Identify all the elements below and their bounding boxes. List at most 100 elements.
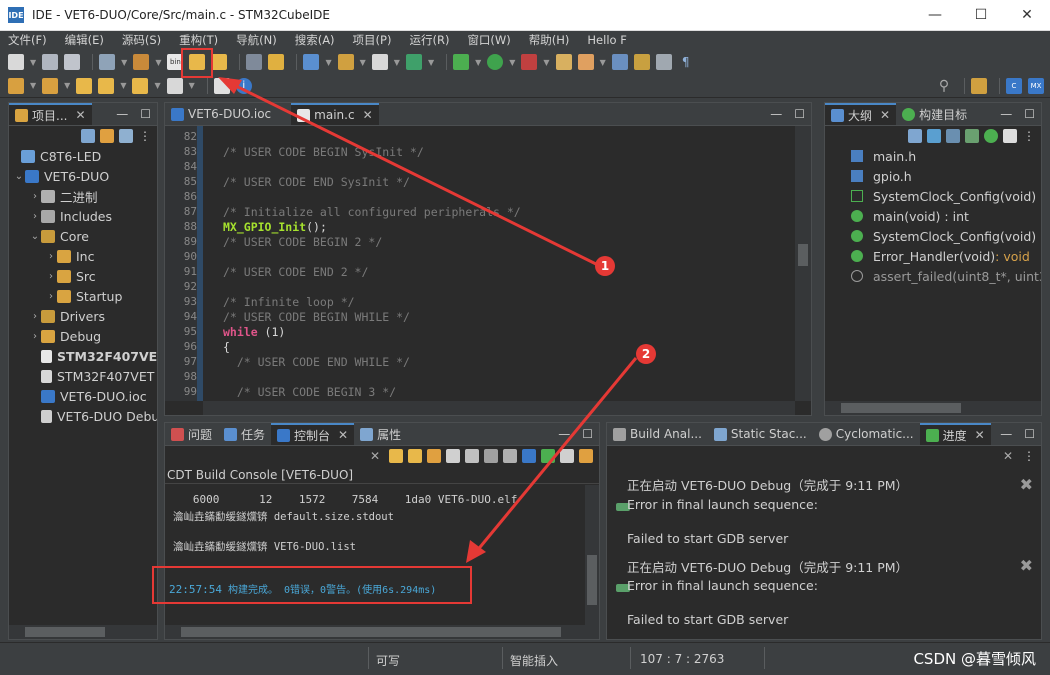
remove-entry-icon[interactable]: ✖ — [1020, 556, 1033, 575]
menu-source[interactable]: 源码(S) — [122, 32, 161, 48]
outline-item-gpio-h[interactable]: gpio.h — [825, 166, 1041, 186]
minimize-icon[interactable]: — — [558, 427, 570, 441]
chevron-right-icon[interactable]: › — [45, 271, 57, 282]
outline-item-systemclock[interactable]: SystemClock_Config(void) : v — [825, 226, 1041, 246]
page-icon[interactable] — [655, 54, 672, 70]
horizontal-scrollbar[interactable] — [165, 625, 599, 639]
menu-edit[interactable]: 编辑(E) — [65, 32, 104, 48]
refresh-icon[interactable] — [405, 54, 422, 70]
sort-icon[interactable] — [927, 129, 941, 143]
tab-progress[interactable]: 进度 ✕ — [919, 423, 991, 445]
forward-icon[interactable] — [166, 77, 183, 94]
tab-outline[interactable]: 大纲 ✕ — [825, 103, 897, 125]
minimize-icon[interactable]: — — [770, 107, 782, 121]
select-all-icon[interactable] — [465, 449, 479, 463]
chevron-down-icon[interactable]: ▼ — [325, 58, 331, 67]
tree-item-c8t6-led[interactable]: C8T6-LED — [9, 146, 157, 166]
tree-item-ioc[interactable]: VET6-DUO.ioc — [9, 386, 157, 406]
open-console-icon[interactable] — [560, 449, 574, 463]
debug-icon[interactable] — [268, 54, 285, 70]
pin-editor-icon[interactable] — [213, 77, 230, 94]
tab-build-targets[interactable]: 构建目标 — [896, 103, 973, 125]
show-console-icon[interactable] — [522, 449, 536, 463]
maximize-icon[interactable]: ☐ — [140, 107, 151, 121]
maximize-icon[interactable]: ☐ — [582, 427, 593, 441]
view-menu-icon[interactable]: ⋮ — [1023, 449, 1035, 463]
next-error-icon[interactable] — [503, 449, 517, 463]
chevron-down-icon[interactable]: ▼ — [543, 58, 549, 67]
code-line[interactable]: /* USER CODE BEGIN SysInit */ — [223, 145, 424, 159]
menu-search[interactable]: 搜索(A) — [295, 32, 335, 48]
minimize-icon[interactable]: — — [1000, 107, 1012, 121]
outline-item-systemclock-decl[interactable]: SystemClock_Config(void) : v — [825, 186, 1041, 206]
code-line[interactable]: while (1) — [223, 325, 285, 339]
new-class-icon[interactable] — [303, 54, 320, 70]
maximize-button[interactable]: ☐ — [958, 0, 1004, 31]
display-console-icon[interactable] — [541, 449, 555, 463]
menu-project[interactable]: 项目(P) — [353, 32, 392, 48]
scroll-lock-icon[interactable] — [389, 449, 403, 463]
close-icon[interactable]: ✕ — [338, 428, 348, 442]
chevron-down-icon[interactable]: ▼ — [509, 58, 515, 67]
code-line[interactable]: { — [223, 340, 230, 354]
tree-item-inc[interactable]: › Inc — [9, 246, 157, 266]
tree-item-debug[interactable]: › Debug — [9, 326, 157, 346]
menu-window[interactable]: 窗口(W) — [467, 32, 510, 48]
outline-item-main[interactable]: main(void) : int — [825, 206, 1041, 226]
tree-item-src[interactable]: › Src — [9, 266, 157, 286]
collapse-all-icon[interactable] — [908, 129, 922, 143]
hide-nonpublic-icon[interactable] — [984, 129, 998, 143]
minimize-icon[interactable]: — — [1000, 427, 1012, 441]
tab-problems[interactable]: 问题 — [165, 423, 218, 445]
word-wrap-icon[interactable] — [427, 449, 441, 463]
copy-icon[interactable] — [446, 449, 460, 463]
scrollbar-thumb[interactable] — [798, 244, 808, 266]
scrollbar-thumb[interactable] — [841, 403, 961, 413]
menu-help[interactable]: 帮助(H) — [529, 32, 570, 48]
menu-refactor[interactable]: 重构(T) — [179, 32, 218, 48]
close-icon[interactable]: ✕ — [363, 108, 373, 122]
previous-error-icon[interactable] — [484, 449, 498, 463]
code-line[interactable]: /* Infinite loop */ — [223, 295, 355, 309]
code-line[interactable]: /* USER CODE END 2 */ — [223, 265, 368, 279]
forward-arrow-icon[interactable] — [211, 54, 228, 70]
hide-fields-icon[interactable] — [946, 129, 960, 143]
prev-annotation-icon[interactable] — [42, 77, 59, 94]
horizontal-scrollbar[interactable] — [825, 401, 1041, 415]
chevron-down-icon[interactable]: ⌄ — [29, 231, 41, 242]
scrollbar-thumb[interactable] — [587, 555, 597, 605]
tab-project-explorer[interactable]: 项目... ✕ — [9, 103, 92, 125]
view-menu-icon[interactable]: ⋮ — [139, 129, 151, 143]
chevron-down-icon[interactable]: ▼ — [30, 58, 36, 67]
code-area[interactable]: 82 83 84 85 86 87 88 89 90 91 92 93 94 95 96 97 98 99 /* … — [165, 126, 811, 401]
tree-item-debug-config[interactable]: VET6-DUO Debu — [9, 406, 157, 426]
chevron-down-icon[interactable]: ▼ — [120, 81, 126, 90]
tab-properties[interactable]: 属性 — [354, 423, 407, 445]
open-perspective-icon[interactable] — [971, 77, 987, 94]
chevron-down-icon[interactable]: ▼ — [30, 81, 36, 90]
code-line[interactable]: /* USER CODE BEGIN 2 */ — [223, 235, 382, 249]
close-icon[interactable]: ✕ — [975, 428, 985, 442]
chevron-right-icon[interactable]: › — [29, 311, 41, 322]
chevron-right-icon[interactable]: › — [45, 291, 57, 302]
save-all-icon[interactable] — [64, 54, 81, 70]
back-icon[interactable] — [98, 77, 115, 94]
mx-perspective-icon[interactable]: MX — [1028, 77, 1044, 94]
paragraph-icon[interactable]: ¶ — [678, 54, 694, 70]
tab-console[interactable]: 控制台 ✕ — [271, 423, 355, 445]
chevron-down-icon[interactable]: ▼ — [155, 58, 161, 67]
tree-item-vet6-duo[interactable]: ⌄ VET6-DUO — [9, 166, 157, 186]
save-icon[interactable] — [42, 54, 59, 70]
chevron-down-icon[interactable]: ▼ — [360, 58, 366, 67]
pin-console-icon[interactable] — [408, 449, 422, 463]
tree-item-linker-ram[interactable]: STM32F407VET — [9, 366, 157, 386]
menu-navigate[interactable]: 导航(N) — [236, 32, 277, 48]
search-icon[interactable] — [246, 54, 263, 70]
filter-icon[interactable] — [119, 129, 133, 143]
maximize-icon[interactable]: ☐ — [794, 107, 805, 121]
highlight-icon[interactable] — [611, 54, 628, 70]
remove-entry-icon[interactable]: ✖ — [1020, 475, 1033, 494]
tab-tasks[interactable]: 任务 — [218, 423, 271, 445]
tab-vet6-duo-ioc[interactable]: VET6-DUO.ioc — [165, 103, 277, 125]
outline-item-error-handler[interactable]: Error_Handler(void) : void — [825, 246, 1041, 266]
